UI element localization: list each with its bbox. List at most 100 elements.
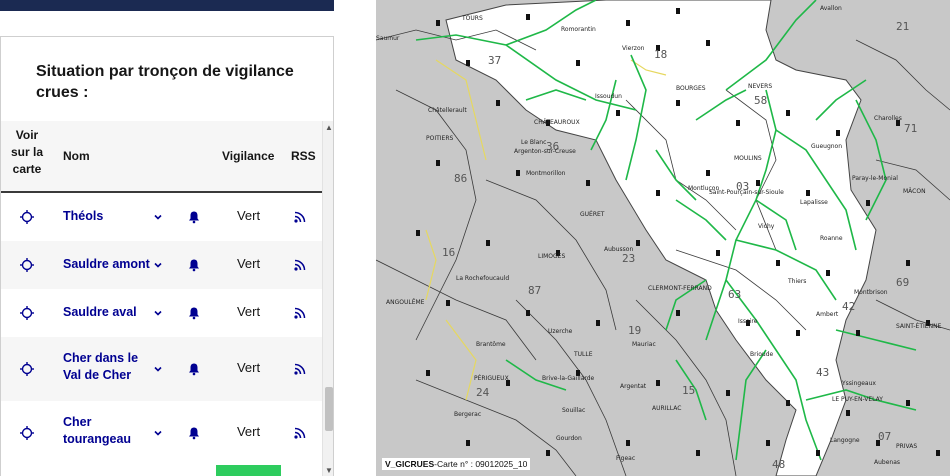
svg-text:Bergerac: Bergerac <box>454 411 481 418</box>
column-header-voir: Voir sur la carte <box>10 128 43 176</box>
vigilance-map[interactable]: 37 18 21 58 71 86 36 03 16 23 87 63 42 6… <box>376 0 950 476</box>
svg-text:GUÉRET: GUÉRET <box>580 210 605 218</box>
bell-icon[interactable] <box>187 306 201 320</box>
svg-text:Brive-la-Gaillarde: Brive-la-Gaillarde <box>542 375 595 382</box>
svg-text:Gueugnon: Gueugnon <box>811 143 842 150</box>
svg-text:Vierzon: Vierzon <box>622 45 645 52</box>
svg-text:Aubenas: Aubenas <box>874 459 900 466</box>
svg-text:19: 19 <box>628 324 641 337</box>
svg-text:PÉRIGUEUX: PÉRIGUEUX <box>474 374 509 382</box>
table-header: Voir sur la carte Nom Vigilance RSS <box>1 121 322 193</box>
table-row: Théols Vert <box>1 193 322 241</box>
vigilance-level: Vert <box>236 256 261 271</box>
svg-text:58: 58 <box>754 94 767 107</box>
svg-text:Ambert: Ambert <box>816 311 839 318</box>
svg-text:La Rochefoucauld: La Rochefoucauld <box>456 275 509 282</box>
rss-icon[interactable] <box>292 209 308 225</box>
chevron-down-icon[interactable] <box>152 259 164 271</box>
troncon-name-link[interactable]: Sauldre aval <box>63 304 149 321</box>
svg-text:Montbrison: Montbrison <box>854 289 888 296</box>
vigilance-level: Vert <box>236 360 261 375</box>
svg-text:69: 69 <box>896 276 909 289</box>
top-navy-band <box>0 0 334 11</box>
table-row: Sauldre aval Vert <box>1 289 322 337</box>
svg-text:CLERMONT-FERRAND: CLERMONT-FERRAND <box>648 285 712 292</box>
svg-text:Roanne: Roanne <box>820 235 843 242</box>
svg-text:42: 42 <box>842 300 855 313</box>
rss-icon[interactable] <box>292 257 308 273</box>
chevron-down-icon[interactable] <box>152 427 164 439</box>
locate-target-icon[interactable] <box>19 361 35 377</box>
map-caption: V_GICRUES-Carte n° : 09012025_10 <box>382 458 531 470</box>
svg-text:Souillac: Souillac <box>562 407 585 414</box>
map-canvas: 37 18 21 58 71 86 36 03 16 23 87 63 42 6… <box>376 0 950 476</box>
troncon-name-link[interactable]: Cher dans le Val de Cher <box>63 350 149 384</box>
svg-text:Romorantin: Romorantin <box>561 26 596 33</box>
svg-text:Langogne: Langogne <box>830 437 860 444</box>
svg-text:TOURS: TOURS <box>461 15 483 22</box>
bell-icon[interactable] <box>187 362 201 376</box>
svg-text:Issoire: Issoire <box>738 318 758 325</box>
svg-text:PRIVAS: PRIVAS <box>896 443 917 450</box>
vigilance-level: Vert <box>236 424 261 439</box>
svg-text:Argentat: Argentat <box>620 383 647 390</box>
table-scrollbar[interactable]: ▲ ▼ <box>322 121 333 476</box>
column-header-nom[interactable]: Nom <box>63 148 90 165</box>
locate-target-icon[interactable] <box>19 209 35 225</box>
svg-text:71: 71 <box>904 122 917 135</box>
svg-text:TULLE: TULLE <box>573 351 593 358</box>
vigilance-level: Vert <box>236 304 261 319</box>
svg-text:Brioude: Brioude <box>750 351 774 358</box>
svg-text:Saint-Pourçain-sur-Sioule: Saint-Pourçain-sur-Sioule <box>709 189 784 196</box>
svg-text:Châtellerault: Châtellerault <box>428 107 467 114</box>
svg-text:Saumur: Saumur <box>376 35 400 42</box>
troncon-name-link[interactable]: Théols <box>63 208 149 225</box>
rss-icon[interactable] <box>292 361 308 377</box>
chevron-down-icon[interactable] <box>152 211 164 223</box>
svg-text:48: 48 <box>772 458 785 471</box>
svg-text:15: 15 <box>682 384 695 397</box>
svg-text:24: 24 <box>476 386 490 399</box>
svg-text:MÂCON: MÂCON <box>903 188 926 195</box>
table-row: Cher dans le Val de Cher Vert <box>1 337 322 401</box>
scroll-up-arrow-icon[interactable]: ▲ <box>325 123 333 132</box>
troncon-name-link[interactable]: Cher tourangeau <box>63 414 143 448</box>
chevron-down-icon[interactable] <box>152 307 164 319</box>
panel-title: Situation par tronçon de vigilance crues… <box>36 63 294 101</box>
column-header-vigilance[interactable]: Vigilance <box>222 148 274 165</box>
svg-text:Issoudun: Issoudun <box>595 93 622 100</box>
scroll-down-arrow-icon[interactable]: ▼ <box>325 466 333 475</box>
svg-text:Vichy: Vichy <box>758 223 775 230</box>
vigilance-panel: Situation par tronçon de vigilance crues… <box>0 36 334 476</box>
svg-text:Brantôme: Brantôme <box>476 341 506 348</box>
rss-icon[interactable] <box>292 305 308 321</box>
svg-text:87: 87 <box>528 284 541 297</box>
bell-icon[interactable] <box>187 210 201 224</box>
svg-text:Mauriac: Mauriac <box>632 341 656 348</box>
svg-text:NEVERS: NEVERS <box>748 83 772 90</box>
locate-target-icon[interactable] <box>19 425 35 441</box>
scrollbar-thumb[interactable] <box>325 387 333 431</box>
svg-text:Argenton-sur-Creuse: Argenton-sur-Creuse <box>514 148 576 155</box>
rss-icon[interactable] <box>292 425 308 441</box>
svg-text:AURILLAC: AURILLAC <box>652 405 681 412</box>
svg-text:43: 43 <box>816 366 829 379</box>
bell-icon[interactable] <box>187 426 201 440</box>
svg-text:Paray-le-Monial: Paray-le-Monial <box>852 175 898 182</box>
map-caption-text: -Carte n° : 09012025_10 <box>434 459 528 469</box>
svg-text:18: 18 <box>654 48 667 61</box>
locate-target-icon[interactable] <box>19 305 35 321</box>
table-row: Cher tourangeau Vert <box>1 401 322 465</box>
svg-text:Uzerche: Uzerche <box>548 328 573 335</box>
bell-icon[interactable] <box>187 258 201 272</box>
troncon-name-link[interactable]: Sauldre amont <box>63 256 153 273</box>
svg-text:Avallon: Avallon <box>820 5 842 12</box>
chevron-down-icon[interactable] <box>152 363 164 375</box>
svg-text:MOULINS: MOULINS <box>734 155 762 162</box>
svg-text:Lapalisse: Lapalisse <box>800 199 828 206</box>
locate-target-icon[interactable] <box>19 257 35 273</box>
svg-text:CHÂTEAUROUX: CHÂTEAUROUX <box>534 119 580 126</box>
svg-text:LE PUY-EN-VELAY: LE PUY-EN-VELAY <box>832 396 883 403</box>
svg-text:Thiers: Thiers <box>787 278 806 285</box>
svg-text:63: 63 <box>728 288 741 301</box>
